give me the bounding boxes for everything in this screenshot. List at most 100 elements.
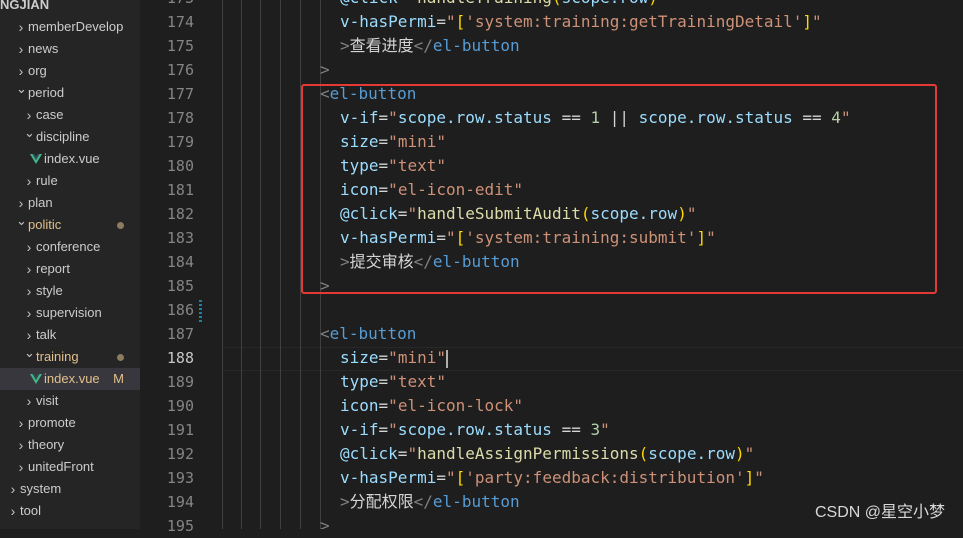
- watermark: CSDN @星空小梦: [814, 504, 945, 521]
- tree-item[interactable]: › supervision: [0, 302, 140, 324]
- chevron-right-icon[interactable]: ›: [16, 16, 26, 38]
- tree-item-label: unitedFront: [28, 459, 94, 474]
- modified-dot-icon: [117, 354, 124, 361]
- code-line[interactable]: v-hasPermi="['system:training:getTrainin…: [340, 10, 822, 34]
- tree-item[interactable]: › style: [0, 280, 140, 302]
- tree-item-label: index.vue: [44, 371, 100, 386]
- tree-item[interactable]: › system: [0, 478, 140, 500]
- tree-item-label: index.vue: [44, 151, 100, 166]
- code-line[interactable]: >: [320, 514, 330, 529]
- tree-item[interactable]: ⌄ politic: [0, 213, 140, 236]
- tree-item[interactable]: › report: [0, 258, 140, 280]
- tree-item[interactable]: › unitedFront: [0, 456, 140, 478]
- chevron-right-icon[interactable]: ›: [8, 500, 18, 522]
- code-line[interactable]: @click="handleAssignPermissions(scope.ro…: [340, 442, 754, 466]
- tree-item[interactable]: › visit: [0, 390, 140, 412]
- line-number: 174: [166, 13, 194, 31]
- chevron-right-icon[interactable]: ›: [16, 456, 26, 478]
- tree-item[interactable]: › theory: [0, 434, 140, 456]
- explorer-sidebar: NGJIAN › memberDevelop › news › org ⌄ period › ca…: [0, 0, 140, 529]
- line-number: 178: [166, 109, 194, 127]
- line-number: 187: [166, 325, 194, 343]
- chevron-right-icon[interactable]: ›: [24, 170, 34, 192]
- code-line[interactable]: @click="handleTraining(scope.row)": [340, 0, 668, 10]
- chevron-right-icon[interactable]: ›: [24, 258, 34, 280]
- chevron-right-icon[interactable]: ›: [16, 412, 26, 434]
- tree-item[interactable]: › news: [0, 38, 140, 60]
- code-line[interactable]: >查看进度</el-button: [340, 34, 520, 58]
- tree-item[interactable]: › rule: [0, 170, 140, 192]
- line-number: 177: [166, 85, 194, 103]
- line-number: 175: [166, 37, 194, 55]
- vue-file-icon: [30, 374, 42, 384]
- line-number: 191: [166, 421, 194, 439]
- chevron-down-icon[interactable]: ⌄: [24, 342, 35, 364]
- tree-item[interactable]: › case: [0, 104, 140, 126]
- tree-item-label: training: [36, 349, 79, 364]
- tree-item[interactable]: › tool: [0, 500, 140, 522]
- tree-item-label: plan: [28, 195, 53, 210]
- chevron-right-icon[interactable]: ›: [24, 302, 34, 324]
- line-number: 192: [166, 445, 194, 463]
- code-line[interactable]: >: [320, 58, 330, 82]
- chevron-right-icon[interactable]: ›: [16, 434, 26, 456]
- indent-guide: [222, 0, 223, 529]
- line-number: 181: [166, 181, 194, 199]
- tree-item-label: politic: [28, 217, 62, 232]
- chevron-down-icon[interactable]: ⌄: [24, 122, 35, 144]
- chevron-right-icon[interactable]: ›: [24, 236, 34, 258]
- chevron-down-icon[interactable]: ⌄: [16, 210, 27, 232]
- indent-guide: [280, 0, 281, 529]
- line-number: 183: [166, 229, 194, 247]
- chevron-right-icon[interactable]: ›: [8, 478, 18, 500]
- chevron-right-icon[interactable]: ›: [24, 390, 34, 412]
- code-line[interactable]: size="mini": [340, 346, 448, 370]
- chevron-right-icon[interactable]: ›: [24, 280, 34, 302]
- line-number: 190: [166, 397, 194, 415]
- tree-item[interactable]: › promote: [0, 412, 140, 434]
- tree-item[interactable]: › conference: [0, 236, 140, 258]
- code-line[interactable]: v-hasPermi="['party:feedback:distributio…: [340, 466, 764, 490]
- line-number: 182: [166, 205, 194, 223]
- line-number: 195: [166, 517, 194, 535]
- git-modified-badge: M: [113, 371, 124, 386]
- code-line[interactable]: type="text": [340, 370, 446, 394]
- git-change-marker: [199, 300, 202, 322]
- tree-item-label: system: [20, 481, 62, 496]
- code-line[interactable]: v-if="scope.row.status == 3": [340, 418, 610, 442]
- tree-item-label: supervision: [36, 305, 102, 320]
- text-caret: [445, 349, 448, 368]
- line-number: 176: [166, 61, 194, 79]
- tree-item-label: news: [28, 41, 59, 56]
- chevron-right-icon[interactable]: ›: [16, 38, 26, 60]
- tree-item-label: org: [28, 63, 47, 78]
- line-number: 185: [166, 277, 194, 295]
- tree-item[interactable]: index.vue M: [0, 368, 140, 390]
- tree-item[interactable]: › memberDevelop: [0, 16, 140, 38]
- tree-item-label: theory: [28, 437, 65, 452]
- tree-item-label: conference: [36, 239, 101, 254]
- tree-item-label: style: [36, 283, 63, 298]
- tree-item[interactable]: › talk: [0, 324, 140, 346]
- line-number: 180: [166, 157, 194, 175]
- indent-guide: [241, 0, 242, 529]
- line-number: 189: [166, 373, 194, 391]
- code-line[interactable]: <el-button: [320, 322, 416, 346]
- tree-item[interactable]: ⌄ period: [0, 81, 140, 104]
- tree-item[interactable]: ⌄ training: [0, 345, 140, 368]
- chevron-down-icon[interactable]: ⌄: [16, 78, 27, 100]
- vue-file-icon: [30, 154, 42, 164]
- tree-item-label: rule: [36, 173, 58, 188]
- code-line[interactable]: >分配权限</el-button: [340, 490, 520, 514]
- line-number: 186: [166, 301, 194, 319]
- tree-item-label: memberDevelop: [28, 19, 124, 34]
- code-line[interactable]: icon="el-icon-lock": [340, 394, 523, 418]
- indent-guide: [260, 0, 261, 529]
- tree-item[interactable]: index.vue: [0, 148, 140, 170]
- tree-item[interactable]: ⌄ discipline: [0, 125, 140, 148]
- explorer-header-label: NGJIAN: [0, 0, 50, 12]
- modified-dot-icon: [117, 222, 124, 229]
- tree-item-label: discipline: [36, 129, 90, 144]
- tree-item-label: promote: [28, 415, 76, 430]
- line-number: 193: [166, 469, 194, 487]
